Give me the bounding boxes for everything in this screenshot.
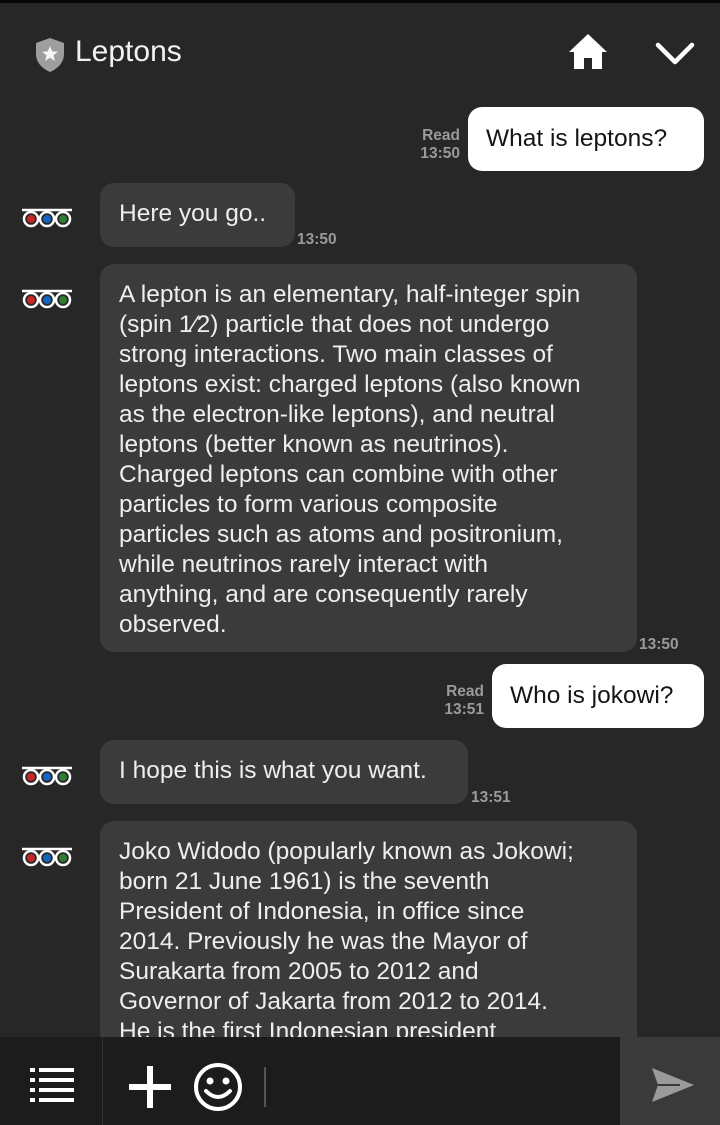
incoming-message[interactable]: A lepton is an elementary, half-integer … xyxy=(100,264,637,652)
message-text: What is leptons? xyxy=(486,125,668,152)
message-time: 13:50 xyxy=(297,231,337,248)
home-icon xyxy=(569,34,607,69)
message-text: A lepton is an elementary, half-integer … xyxy=(119,281,581,638)
input-divider xyxy=(264,1067,266,1107)
menu-button[interactable] xyxy=(28,1065,78,1105)
collapse-button[interactable] xyxy=(652,33,698,73)
message-status: Read 13:51 xyxy=(444,683,484,718)
bot-avatar xyxy=(22,289,72,309)
incoming-message[interactable]: Joko Widodo (popularly known as Jokowi; … xyxy=(100,821,637,1061)
plus-icon xyxy=(129,1066,171,1108)
message-text: I hope this is what you want. xyxy=(119,757,427,784)
incoming-message[interactable]: Here you go.. xyxy=(100,183,295,247)
message-text: Who is jokowi? xyxy=(510,682,674,709)
message-status: Read 13:50 xyxy=(420,127,460,162)
home-button[interactable] xyxy=(566,31,610,73)
app-header: Leptons xyxy=(0,3,720,95)
message-time: 13:50 xyxy=(639,636,679,653)
send-button[interactable] xyxy=(620,1037,720,1125)
emoji-icon xyxy=(194,1063,242,1111)
emoji-button[interactable] xyxy=(192,1061,244,1113)
message-text: Joko Widodo (popularly known as Jokowi; … xyxy=(119,838,574,1045)
message-text: Here you go.. xyxy=(119,200,267,227)
chat-screen: Leptons Read 13:50 What is leptons? Here… xyxy=(0,0,720,1125)
send-icon-wrap xyxy=(650,1065,696,1105)
message-input[interactable] xyxy=(264,1067,604,1107)
outgoing-message[interactable]: What is leptons? xyxy=(468,107,704,171)
menu-icon xyxy=(30,1068,74,1102)
chevron-down-icon xyxy=(655,42,695,65)
bot-avatar xyxy=(22,847,72,867)
message-time: 13:51 xyxy=(471,789,511,806)
bot-avatar xyxy=(22,208,72,228)
bot-avatar xyxy=(22,766,72,786)
composer-bar xyxy=(0,1037,720,1125)
outgoing-message[interactable]: Who is jokowi? xyxy=(492,664,704,728)
send-icon xyxy=(652,1068,694,1102)
incoming-message[interactable]: I hope this is what you want. xyxy=(100,740,468,804)
shield-star-icon xyxy=(34,37,66,73)
divider xyxy=(102,1037,103,1125)
attach-button[interactable] xyxy=(126,1063,174,1111)
page-title: Leptons xyxy=(75,35,182,68)
